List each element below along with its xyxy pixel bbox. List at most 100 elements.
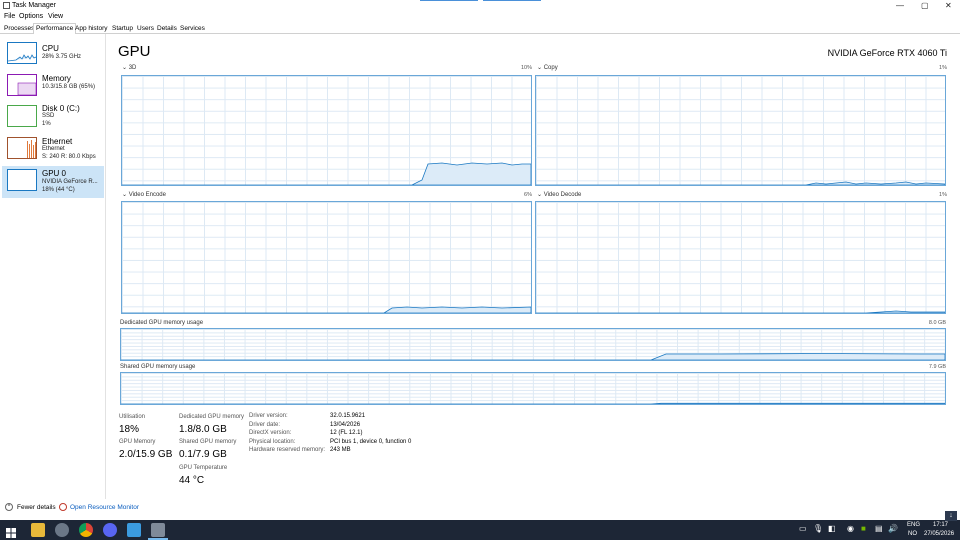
language-indicator[interactable]: ENG — [907, 522, 920, 529]
menu-file[interactable]: File — [4, 12, 15, 21]
steam-icon[interactable]: ◉ — [847, 525, 854, 533]
graph-dedicated-memory — [120, 328, 946, 361]
dedicated-gpu-memory-label: Dedicated GPU memory — [179, 414, 245, 420]
shared-memory-label: Shared GPU memory usage — [120, 364, 196, 370]
title-bar — [0, 0, 960, 11]
gpu-memory-label: GPU Memory — [119, 439, 156, 445]
sidebar-title: CPU — [42, 44, 59, 53]
utilisation-value: 18% — [119, 424, 140, 435]
nvidia-icon[interactable]: ■ — [861, 525, 866, 533]
discord-icon[interactable] — [103, 523, 117, 537]
tray-app-icon[interactable]: ◧ — [828, 525, 836, 533]
clock-date[interactable]: 27/05/2026 — [924, 531, 954, 538]
speaker-icon[interactable]: 🔊 — [888, 525, 898, 533]
tab-details[interactable]: Details — [155, 24, 179, 33]
graph-3d — [121, 75, 532, 186]
panel-video-encode-label[interactable]: ⌄ Video Encode — [122, 192, 166, 199]
sidebar-subtitle: 10.3/15.8 GB (65%) — [42, 84, 96, 90]
resource-monitor-icon — [59, 503, 67, 511]
memory-thumbnail — [7, 74, 37, 96]
tab-app-history[interactable]: App history — [73, 24, 110, 33]
minimize-button[interactable]: — — [896, 1, 904, 10]
file-explorer-icon[interactable] — [31, 523, 45, 537]
shared-gpu-memory-value: 0.1/7.9 GB — [179, 449, 227, 460]
tab-users[interactable]: Users — [135, 24, 156, 33]
shared-gpu-memory-label: Shared GPU memory — [179, 439, 237, 445]
cpu-thumbnail — [7, 42, 37, 64]
ethernet-thumbnail — [7, 137, 37, 159]
window-title: Task Manager — [12, 2, 56, 9]
shared-memory-max: 7.9 GB — [928, 364, 946, 370]
graph-video-decode-line — [536, 310, 945, 313]
open-resource-monitor-link[interactable]: Open Resource Monitor — [70, 504, 139, 512]
chrome-icon[interactable] — [79, 523, 93, 537]
chevron-up-icon[interactable]: ^ — [5, 503, 13, 511]
app-icon[interactable] — [127, 523, 141, 537]
sidebar-item-disk[interactable]: Disk 0 (C:) SSD 1% — [2, 103, 104, 134]
dedicated-gpu-memory-value: 1.8/8.0 GB — [179, 424, 227, 435]
sidebar-item-ethernet[interactable]: Ethernet Ethernet S: 240 R: 80.0 Kbps — [2, 135, 104, 166]
page-title: GPU — [118, 43, 151, 60]
panel-3d-value: 10% — [520, 65, 532, 71]
panel-3d-label[interactable]: ⌄ 3D — [122, 65, 136, 72]
menu-options[interactable]: Options — [19, 12, 43, 21]
disk-thumbnail — [7, 105, 37, 127]
task-manager-taskbar-icon[interactable] — [151, 523, 165, 537]
maximize-button[interactable]: ▢ — [921, 1, 929, 10]
sidebar-subtitle: Ethernet — [42, 146, 65, 152]
panel-video-encode-value: 6% — [524, 192, 532, 198]
sidebar-title: Disk 0 (C:) — [42, 104, 80, 113]
battery-icon[interactable]: ▭ — [799, 525, 807, 533]
sidebar-item-gpu[interactable]: GPU 0 NVIDIA GeForce R... 18% (44 °C) — [2, 166, 104, 198]
driver-version-label: Driver version: — [249, 413, 288, 419]
driver-version-value: 32.0.15.9621 — [330, 413, 366, 419]
dedicated-memory-label: Dedicated GPU memory usage — [120, 320, 204, 326]
keyboard-layout-indicator[interactable]: NO — [908, 531, 917, 538]
driver-date-label: Driver date: — [249, 421, 281, 428]
microphone-icon[interactable]: 🎙 — [813, 525, 823, 533]
gpu-memory-value: 2.0/15.9 GB — [119, 449, 173, 460]
tab-processes[interactable]: Processes — [2, 24, 36, 33]
sidebar-subtitle: 1% — [42, 121, 51, 127]
dropdown-chevron-icon: ⌄ — [537, 65, 544, 71]
notification-icon[interactable]: ↓ — [945, 511, 957, 521]
clock-time[interactable]: 17:17 — [933, 522, 948, 529]
dropdown-chevron-icon: ⌄ — [537, 192, 544, 198]
windows-start-icon[interactable] — [6, 525, 16, 538]
sidebar-title: Ethernet — [42, 137, 73, 146]
tab-services[interactable]: Services — [178, 24, 207, 33]
graph-3d-line — [122, 162, 531, 185]
gpu-model-name: NVIDIA GeForce RTX 4060 Ti — [827, 48, 947, 58]
dedicated-memory-max: 8.0 GB — [928, 320, 946, 326]
sidebar-title: GPU 0 — [42, 169, 67, 178]
task-manager-icon — [3, 2, 10, 9]
dropdown-chevron-icon: ⌄ — [122, 65, 129, 71]
tab-startup[interactable]: Startup — [110, 24, 135, 33]
physical-location-label: Physical location: — [249, 438, 296, 445]
network-icon[interactable]: ▤ — [875, 525, 883, 533]
close-button[interactable]: ✕ — [945, 1, 952, 10]
title-accent-line — [420, 0, 478, 1]
graph-video-encode-line — [122, 306, 531, 313]
menu-view[interactable]: View — [48, 12, 63, 21]
title-accent-line — [483, 0, 541, 1]
gpu-temperature-label: GPU Temperature — [179, 465, 228, 471]
panel-video-decode-label[interactable]: ⌄ Video Decode — [537, 192, 581, 199]
app-icon[interactable] — [55, 523, 69, 537]
sidebar-item-cpu[interactable]: CPU 28% 3.75 GHz — [2, 40, 104, 71]
dropdown-chevron-icon: ⌄ — [122, 192, 129, 198]
graph-copy-line — [536, 181, 945, 185]
graph-video-encode — [121, 201, 532, 314]
sidebar-title: Memory — [42, 74, 71, 83]
graph-copy — [535, 75, 946, 186]
sidebar-subtitle: 28% 3.75 GHz — [42, 54, 82, 60]
panel-copy-value: 1% — [939, 65, 947, 71]
graph-shared-memory-line — [121, 402, 945, 404]
sidebar-item-memory[interactable]: Memory 10.3/15.8 GB (65%) — [2, 72, 104, 103]
gpu-temperature-value: 44 °C — [179, 475, 205, 486]
fewer-details-button[interactable]: Fewer details — [17, 504, 56, 512]
sidebar-subtitle: NVIDIA GeForce R... — [42, 179, 98, 185]
reserved-memory-label: Hardware reserved memory: — [249, 447, 326, 453]
panel-copy-label[interactable]: ⌄ Copy — [537, 65, 558, 72]
tab-performance[interactable]: Performance — [33, 23, 77, 34]
